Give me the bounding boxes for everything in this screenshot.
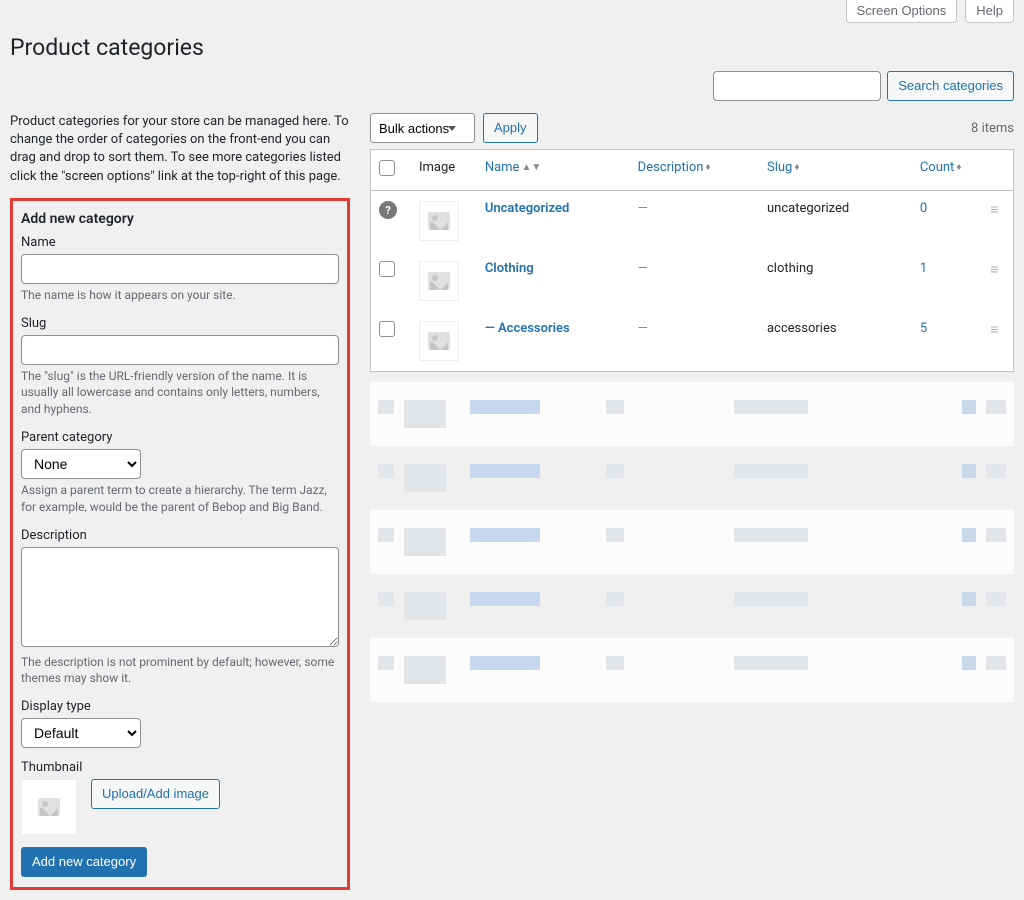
blurred-row — [370, 574, 1014, 638]
category-description: — — [638, 261, 648, 276]
apply-button[interactable]: Apply — [483, 113, 538, 143]
table-row: — Accessories — accessories 5 ≡ — [371, 311, 1013, 371]
category-thumbnail — [419, 261, 459, 301]
category-slug: accessories — [759, 311, 912, 371]
name-input[interactable] — [21, 254, 339, 284]
slug-label: Slug — [21, 316, 339, 331]
column-count-sort[interactable]: Count♦ — [920, 160, 962, 175]
sort-icon: ▲▼ — [521, 162, 541, 173]
add-new-category-button[interactable]: Add new category — [21, 847, 147, 877]
select-all-checkbox[interactable] — [379, 160, 395, 176]
bulk-actions-select[interactable]: Bulk actions — [370, 113, 475, 143]
table-row: Clothing — clothing 1 ≡ — [371, 251, 1013, 311]
search-categories-button[interactable]: Search categories — [887, 71, 1014, 101]
blurred-row — [370, 446, 1014, 510]
sort-icon: ♦ — [705, 162, 710, 173]
row-actions-icon[interactable]: ≡ — [990, 322, 998, 338]
category-description: — — [638, 201, 648, 216]
blurred-row — [370, 638, 1014, 702]
row-checkbox[interactable] — [379, 321, 395, 337]
help-button[interactable]: Help — [965, 0, 1014, 23]
column-description-sort[interactable]: Description♦ — [638, 160, 711, 175]
parent-category-help: Assign a parent term to create a hierarc… — [21, 482, 339, 516]
help-icon[interactable]: ? — [379, 201, 397, 219]
category-name-link[interactable]: Uncategorized — [485, 201, 570, 216]
thumbnail-label: Thumbnail — [21, 760, 339, 775]
blurred-row — [370, 510, 1014, 574]
search-input[interactable] — [713, 71, 881, 101]
form-heading: Add new category — [21, 211, 339, 227]
row-actions-icon[interactable]: ≡ — [990, 202, 998, 218]
blurred-row — [370, 382, 1014, 446]
categories-table: Image Name▲▼ Description♦ Slug♦ Count♦ ?… — [370, 149, 1014, 372]
page-title: Product categories — [10, 26, 1014, 65]
image-placeholder-icon — [38, 798, 60, 816]
display-type-label: Display type — [21, 699, 339, 714]
parent-category-label: Parent category — [21, 430, 339, 445]
category-count-link[interactable]: 5 — [920, 321, 927, 336]
display-type-select[interactable]: Default — [21, 718, 141, 748]
parent-category-select[interactable]: None — [21, 449, 141, 479]
sort-icon: ♦ — [956, 162, 961, 173]
category-name-link[interactable]: — Accessories — [485, 321, 570, 336]
column-image: Image — [411, 150, 477, 191]
slug-input[interactable] — [21, 335, 339, 365]
screen-options-button[interactable]: Screen Options — [846, 0, 958, 23]
image-placeholder-icon — [428, 212, 450, 230]
category-thumbnail — [419, 321, 459, 361]
image-placeholder-icon — [428, 332, 450, 350]
slug-help: The "slug" is the URL-friendly version o… — [21, 368, 339, 418]
thumbnail-placeholder — [21, 779, 77, 835]
column-slug-sort[interactable]: Slug♦ — [767, 160, 799, 175]
name-label: Name — [21, 235, 339, 250]
description-label: Description — [21, 528, 339, 543]
row-checkbox[interactable] — [379, 261, 395, 277]
category-count-link[interactable]: 0 — [920, 201, 927, 216]
name-help: The name is how it appears on your site. — [21, 287, 339, 304]
category-slug: clothing — [759, 251, 912, 311]
upload-image-button[interactable]: Upload/Add image — [91, 779, 220, 809]
category-count-link[interactable]: 1 — [920, 261, 927, 276]
row-actions-icon[interactable]: ≡ — [990, 262, 998, 278]
category-thumbnail — [419, 201, 459, 241]
add-category-form: Add new category Name The name is how it… — [10, 198, 350, 890]
table-row: ? Uncategorized — uncategorized 0 ≡ — [371, 191, 1013, 251]
category-slug: uncategorized — [759, 191, 912, 251]
image-placeholder-icon — [428, 272, 450, 290]
description-help: The description is not prominent by defa… — [21, 654, 339, 688]
category-description: — — [638, 321, 648, 336]
column-name-sort[interactable]: Name▲▼ — [485, 160, 541, 175]
sort-icon: ♦ — [794, 162, 799, 173]
intro-text: Product categories for your store can be… — [10, 113, 350, 186]
items-count: 8 items — [971, 121, 1014, 136]
category-name-link[interactable]: Clothing — [485, 261, 534, 276]
description-textarea[interactable] — [21, 547, 339, 647]
